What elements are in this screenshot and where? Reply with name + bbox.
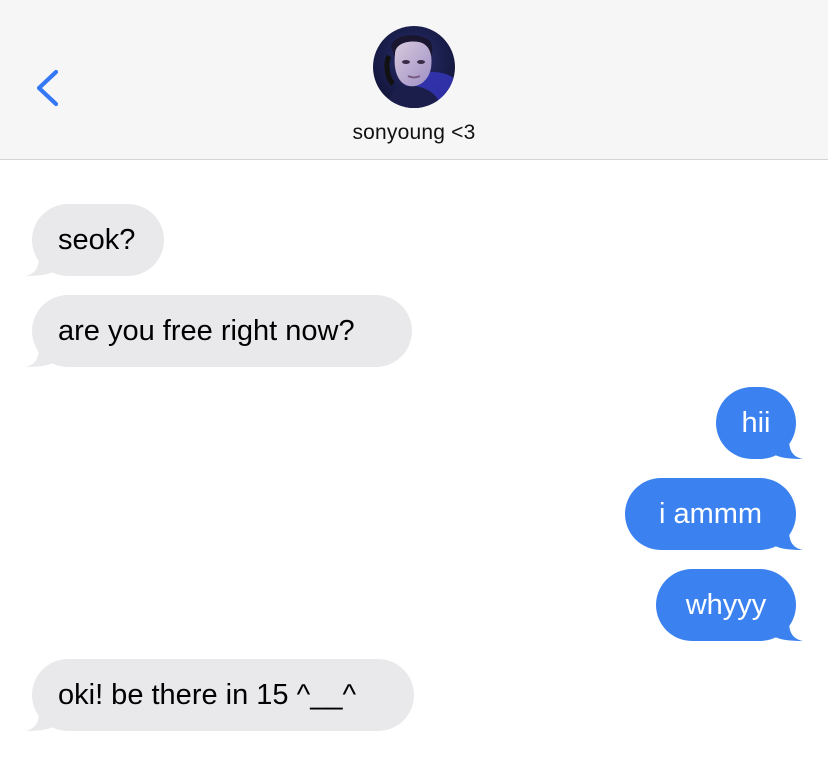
bubble-tail (25, 256, 53, 276)
message-text: i ammm (658, 498, 763, 530)
message-text: hii (741, 407, 771, 439)
message-text: seok? (58, 224, 136, 256)
message-bubble-outgoing[interactable]: hii (716, 387, 803, 459)
bubble-tail (25, 711, 53, 731)
bubble-tail (775, 439, 803, 459)
avatar-photo (373, 26, 455, 108)
conversation-header: sonyoung <3 (0, 0, 828, 160)
contact-name[interactable]: sonyoung <3 (0, 121, 828, 145)
message-bubble-outgoing[interactable]: i ammm (625, 478, 803, 550)
contact-avatar[interactable] (373, 26, 455, 108)
message-text: whyyy (685, 589, 767, 621)
back-button[interactable] (26, 64, 70, 112)
chevron-left-icon (36, 69, 59, 107)
message-bubble-incoming[interactable]: oki! be there in 15 ^__^ (25, 659, 414, 731)
message-bubble-incoming[interactable]: are you free right now? (25, 295, 412, 367)
message-bubble-outgoing[interactable]: whyyy (656, 569, 803, 641)
bubble-tail (775, 530, 803, 550)
message-text: are you free right now? (58, 315, 355, 347)
bubble-tail (775, 621, 803, 641)
message-text: oki! be there in 15 ^__^ (58, 679, 357, 711)
bubble-tail (25, 347, 53, 367)
message-bubble-incoming[interactable]: seok? (25, 204, 164, 276)
